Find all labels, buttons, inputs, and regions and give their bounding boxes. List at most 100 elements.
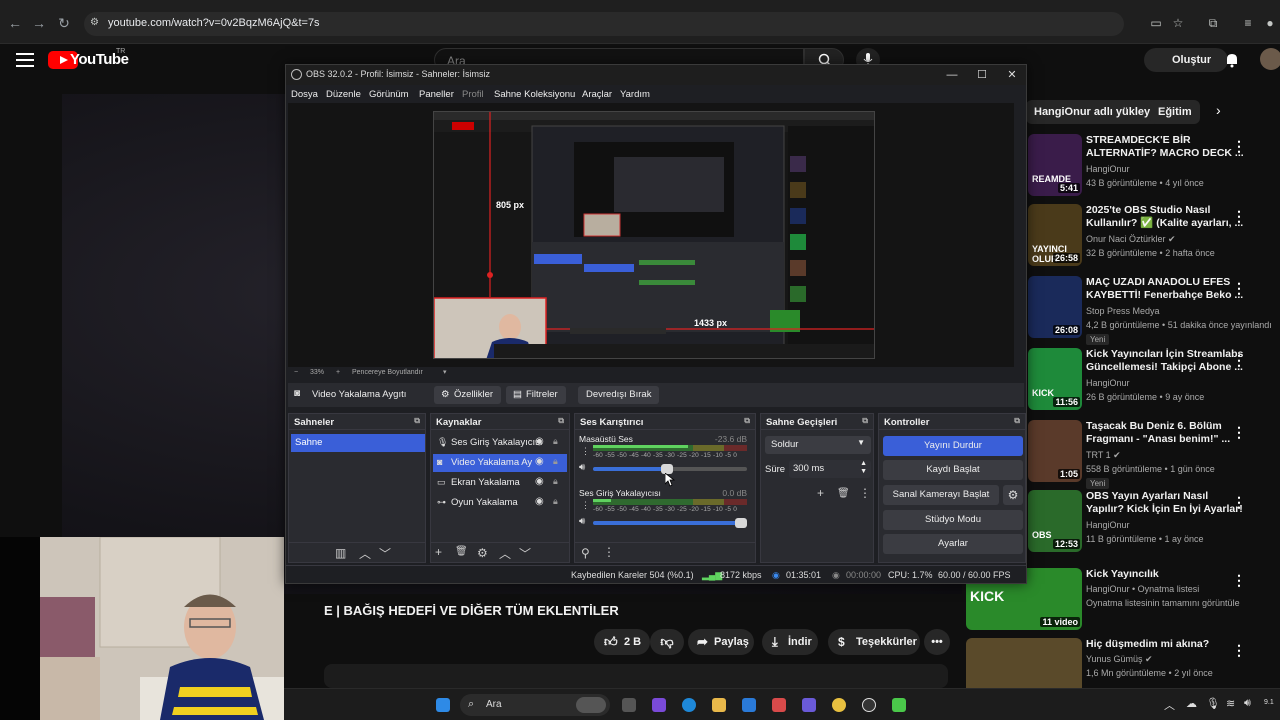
move-down-icon[interactable]: ﹀ [519,545,531,562]
back-icon[interactable]: ← [6,14,24,32]
preview-canvas[interactable]: 805 px 1433 px [433,111,875,359]
obs-preview[interactable]: 805 px 1433 px [288,103,1014,369]
recommendation-thumbnail[interactable]: REAMDE 5:41 [1028,134,1082,196]
add-transition-icon[interactable]: + [817,486,824,500]
eye-icon[interactable]: ◉ [535,436,544,447]
zoom-out-button[interactable]: − [294,369,298,376]
file-explorer-icon[interactable] [712,698,726,712]
scene-item[interactable]: Sahne [291,434,425,452]
undock-icon[interactable]: ⧉ [1014,416,1020,426]
bookmark-star-icon[interactable]: ☆ [1170,15,1186,31]
menu-tools[interactable]: Araçlar [582,89,612,100]
stop-streaming-button[interactable]: Yayını Durdur [883,436,1023,456]
source-item[interactable]: ▭ Ekran Yakalama ◉ 🔒︎ [433,474,567,492]
recommendation-item[interactable]: OBS 12:53 OBS Yayın Ayarları Nasıl Yapıl… [1028,490,1278,552]
move-up-icon[interactable]: ︿ [499,545,511,562]
transition-select[interactable]: Soldur ▼ [765,436,871,454]
obs-taskbar-icon[interactable] [862,698,876,712]
eye-icon[interactable]: ◉ [535,476,544,487]
recommendation-title[interactable]: STREAMDECK'E BİR ALTERNATİF? MACRO DECK … [1086,134,1246,160]
start-recording-button[interactable]: Kaydı Başlat [883,460,1023,480]
kebab-menu-icon[interactable]: ⋮ [603,545,615,559]
obs-titlebar[interactable]: OBS 32.0.2 - Profil: İsimsiz - Sahneler:… [286,65,1026,85]
start-virtual-camera-button[interactable]: Sanal Kamerayı Başlat [883,485,999,505]
reading-list-icon[interactable]: ≡ [1240,15,1256,31]
source-item[interactable]: 🎙︎ Ses Giriş Yakalayıcısı ◉ 🔒︎ [433,434,567,452]
download-button[interactable]: ⤓ İndir [762,629,818,655]
recommendation-title[interactable]: Kick Yayıncılık [1086,568,1246,581]
add-source-icon[interactable]: + [435,545,442,559]
undock-icon[interactable]: ⧉ [862,416,868,426]
studio-mode-button[interactable]: Stüdyo Modu [883,510,1023,530]
kebab-menu-icon[interactable]: ⋮ [1232,208,1246,225]
duration-spinbox[interactable]: 300 ms ▲ ▼ [789,460,871,478]
scene-filter-icon[interactable]: ▥ [335,546,346,560]
bell-icon[interactable] [1224,52,1240,68]
microphone-tray-icon[interactable]: 🎙︎ [1206,697,1220,710]
chip-education[interactable]: Eğitim [1150,100,1200,124]
speaker-icon[interactable]: 🔊︎ [579,516,585,527]
dislike-button[interactable]: 👎︎ [650,629,684,655]
lock-icon[interactable]: 🔒︎ [553,456,558,467]
copilot-icon[interactable] [652,698,666,712]
recommendation-thumbnail[interactable]: 26:08 [1028,276,1082,338]
edge-icon[interactable] [682,698,696,712]
undock-icon[interactable]: ⧉ [414,416,420,426]
profile-icon[interactable]: ● [1262,15,1278,31]
recommendation-item[interactable]: YAYINCI OLUR 26:58 2025'te OBS Studio Na… [1028,204,1278,266]
settings-button[interactable]: Ayarlar [883,534,1023,554]
recommendation-thumbnail[interactable]: KICK 11:56 [1028,348,1082,410]
forward-icon[interactable]: → [30,14,48,32]
eye-icon[interactable]: ◉ [535,496,544,507]
avatar[interactable] [1260,48,1280,70]
recommendation-title[interactable]: Taşacak Bu Deniz 6. Bölüm Fragmanı - "An… [1086,420,1246,446]
taskbar-search[interactable]: ⌕ Ara [460,694,610,716]
kebab-menu-icon[interactable]: ⋮ [1232,280,1246,297]
gear-icon[interactable]: ⚙ [477,546,488,560]
recommendation-item[interactable]: 26:08 MAÇ UZADI ANADOLU EFES KAYBETTİ! F… [1028,276,1278,345]
volume-slider[interactable] [593,518,747,528]
streamlabs-icon[interactable] [892,698,906,712]
spinner-arrows-icon[interactable]: ▲ ▼ [860,460,867,476]
create-button[interactable]: Oluştur [1144,48,1228,72]
teams-icon[interactable] [802,698,816,712]
virtual-camera-settings-button[interactable]: ⚙ [1003,485,1023,505]
more-actions-button[interactable]: ••• [924,629,950,655]
menu-file[interactable]: Dosya [291,89,318,100]
menu-view[interactable]: Görünüm [369,89,409,100]
thanks-button[interactable]: $ Teşekkürler [828,629,920,655]
recommendation-thumbnail[interactable]: 1:05 [1028,420,1082,482]
like-button[interactable]: 👍︎ 2 B [594,629,650,655]
dropdown-arrow-icon[interactable]: ▾ [443,368,447,376]
move-up-icon[interactable]: ︿ [359,545,371,562]
eye-icon[interactable]: ◉ [535,456,544,467]
lock-icon[interactable]: 🔒︎ [553,496,558,507]
channel-name[interactable]: HangiOnur • Oynatma listesi [1086,584,1199,594]
kebab-menu-icon[interactable]: ⋮ [1232,138,1246,155]
wifi-icon[interactable]: ≋ [1226,697,1235,710]
trash-icon[interactable]: 🗑︎ [837,488,850,499]
channel-name[interactable]: Onur Naci Öztürkler ✔ [1086,234,1176,245]
maximize-icon[interactable]: ☐ [970,67,994,83]
recommendation-title[interactable]: 2025'te OBS Studio Nasıl Kullanılır? ✅ (… [1086,204,1246,230]
minimize-icon[interactable]: — [940,67,964,83]
recommendation-item[interactable]: KICK 11:56 Kick Yayıncıları İçin Streaml… [1028,348,1278,410]
channel-name[interactable]: HangiOnur [1086,164,1130,174]
lock-icon[interactable]: 🔒︎ [553,436,558,447]
volume-slider-handle[interactable] [735,518,747,528]
move-down-icon[interactable]: ﹀ [379,545,391,562]
kebab-menu-icon[interactable]: ⋮ [1232,642,1246,659]
zoom-in-button[interactable]: + [336,369,340,376]
close-icon[interactable]: ✕ [1000,67,1024,83]
recommendation-item[interactable]: 1:05 Taşacak Bu Deniz 6. Bölüm Fragmanı … [1028,420,1278,489]
recommendation-thumbnail[interactable]: YAYINCI OLUR 26:58 [1028,204,1082,266]
speaker-icon[interactable]: 🔊︎ [579,462,585,473]
share-button[interactable]: ➦ Paylaş [688,629,754,655]
mail-icon[interactable] [742,698,756,712]
kebab-menu-icon[interactable]: ⋮ [1232,352,1246,369]
address-bar[interactable]: ⚙ youtube.com/watch?v=0v2BqzM6AjQ&t=7s [84,12,1124,36]
office-icon[interactable] [772,698,786,712]
fit-to-window-button[interactable]: Pencereye Boyutlandır [352,369,423,376]
kebab-menu-icon[interactable]: ⋮ [581,500,590,511]
source-item[interactable]: ⊶ Oyun Yakalama ◉ 🔒︎ [433,494,567,512]
